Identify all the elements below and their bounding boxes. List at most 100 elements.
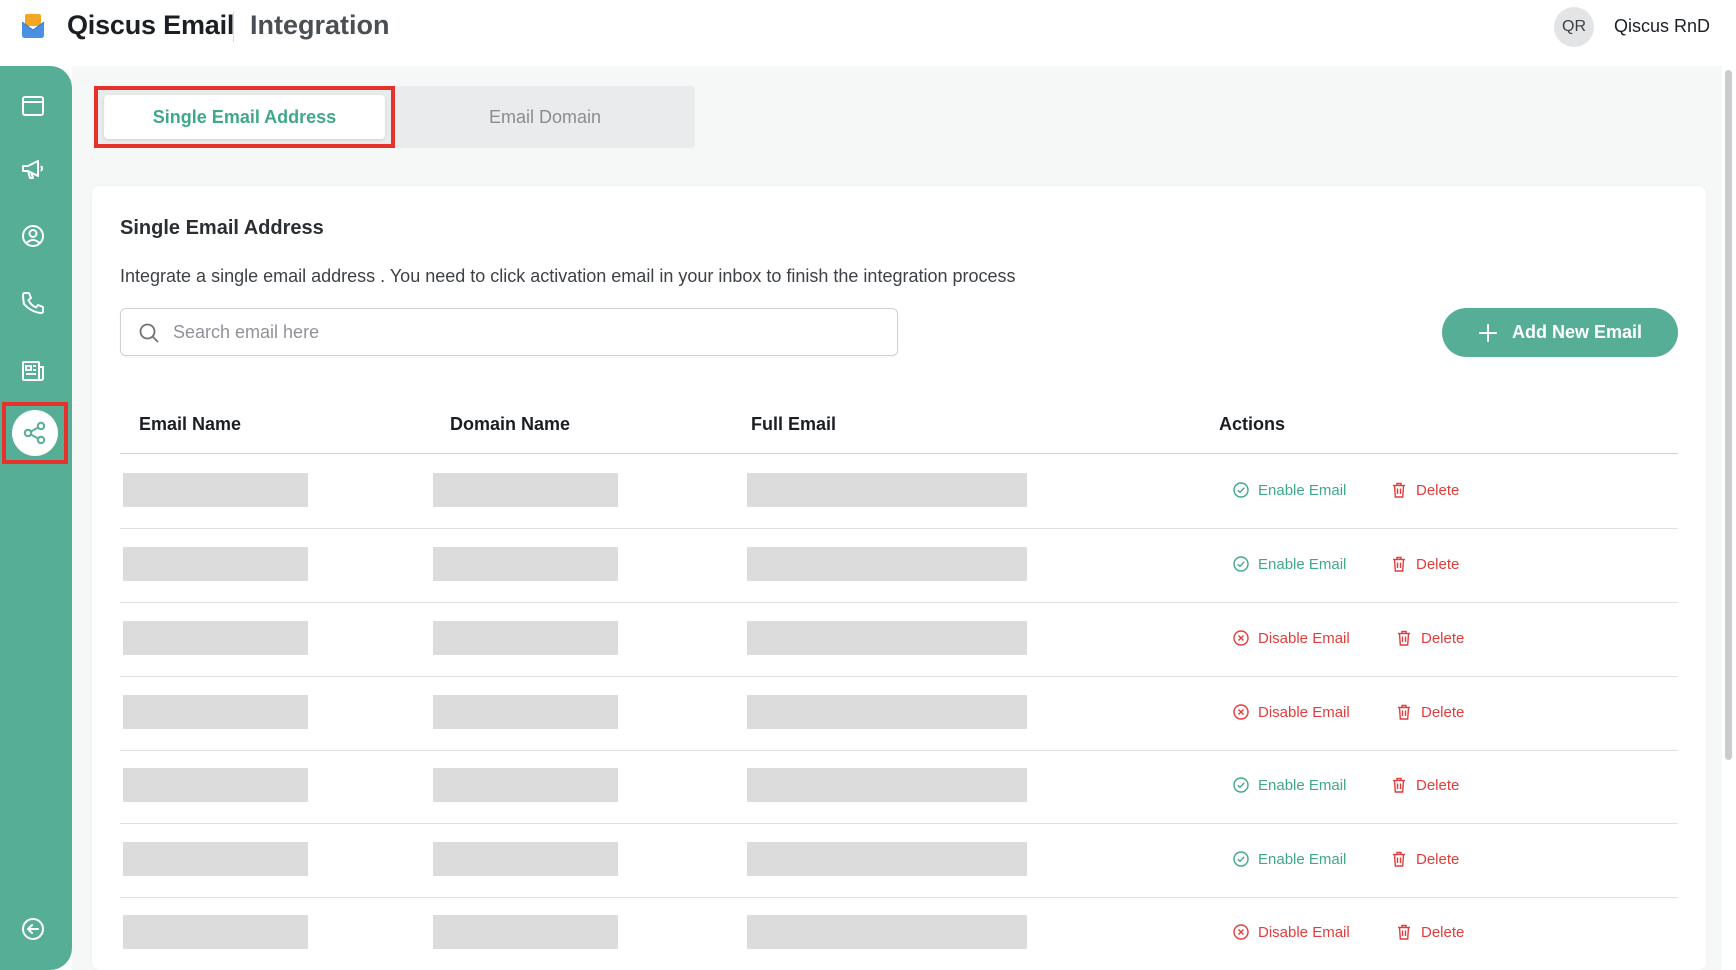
scrollbar-thumb[interactable] (1725, 70, 1732, 760)
delete-button[interactable]: Delete (1390, 776, 1459, 794)
full-email-placeholder (747, 621, 1027, 655)
email-name-placeholder (123, 695, 308, 729)
email-name-placeholder (123, 547, 308, 581)
search-box[interactable] (120, 308, 898, 356)
column-header-actions: Actions (1219, 414, 1286, 434)
full-email-placeholder (747, 842, 1027, 876)
delete-button[interactable]: Delete (1390, 850, 1459, 868)
app-name: Qiscus Email (67, 10, 235, 40)
megaphone-icon (22, 160, 43, 179)
sidebar-item-calls[interactable] (4, 274, 62, 332)
search-icon (139, 323, 159, 343)
trash-icon (1393, 482, 1405, 498)
delete-label: Delete (1421, 703, 1465, 721)
table-row: Enable Email Delete (120, 455, 1678, 529)
toggle-label: Enable Email (1258, 481, 1347, 499)
disable-email-button[interactable]: Disable Email (1232, 703, 1350, 721)
delete-button[interactable]: Delete (1395, 923, 1464, 941)
section-description: Integrate a single email address . You n… (120, 266, 1016, 286)
enable-email-button[interactable]: Enable Email (1232, 776, 1346, 794)
delete-button[interactable]: Delete (1390, 555, 1459, 573)
sidebar (0, 66, 72, 970)
domain-name-placeholder (433, 621, 618, 655)
integration-tabs: Single Email Address Email Domain (94, 86, 695, 148)
search-input[interactable] (173, 317, 873, 347)
avatar[interactable]: QR (1554, 7, 1594, 47)
table-row: Disable Email Delete (120, 603, 1678, 677)
check-circle-icon (1233, 851, 1249, 867)
email-name-placeholder (123, 842, 308, 876)
column-header-email-name: Email Name (139, 414, 242, 434)
delete-label: Delete (1421, 629, 1465, 647)
full-email-placeholder (747, 695, 1027, 729)
trash-icon (1398, 704, 1410, 720)
table-row: Enable Email Delete (120, 529, 1678, 603)
toggle-label: Enable Email (1258, 555, 1347, 573)
x-circle-icon (1233, 630, 1249, 646)
delete-button[interactable]: Delete (1390, 481, 1459, 499)
email-name-placeholder (123, 915, 308, 949)
enable-email-button[interactable]: Enable Email (1232, 555, 1346, 573)
user-name[interactable]: Qiscus RnD (1614, 16, 1710, 37)
share-icon (23, 421, 46, 445)
domain-name-placeholder (433, 547, 618, 581)
trash-icon (1393, 851, 1405, 867)
trash-icon (1393, 777, 1405, 793)
sidebar-collapse-button[interactable] (4, 900, 62, 958)
top-header: Qiscus Email Integration QR Qiscus RnD (0, 0, 1736, 60)
check-circle-icon (1233, 556, 1249, 572)
table-row: Disable Email Delete (120, 677, 1678, 751)
sidebar-item-inbox[interactable] (4, 77, 62, 135)
sidebar-item-broadcast[interactable] (4, 140, 62, 198)
section-title: Single Email Address (120, 217, 324, 239)
email-name-placeholder (123, 621, 308, 655)
toggle-label: Enable Email (1258, 776, 1347, 794)
delete-button[interactable]: Delete (1395, 629, 1464, 647)
delete-button[interactable]: Delete (1395, 703, 1464, 721)
tab-label: Single Email Address (104, 95, 385, 139)
disable-email-button[interactable]: Disable Email (1232, 923, 1350, 941)
delete-label: Delete (1421, 923, 1465, 941)
toggle-label: Disable Email (1258, 923, 1350, 941)
table-row: Disable Email Delete (120, 897, 1678, 970)
trash-icon (1398, 924, 1410, 940)
trash-icon (1393, 556, 1405, 572)
integration-active-indicator (12, 410, 58, 456)
domain-name-placeholder (433, 695, 618, 729)
avatar-initials: QR (1562, 18, 1586, 35)
arrow-left-circle-icon (22, 918, 44, 940)
toggle-label: Disable Email (1258, 629, 1350, 647)
delete-label: Delete (1416, 481, 1460, 499)
enable-email-button[interactable]: Enable Email (1232, 481, 1346, 499)
x-circle-icon (1233, 704, 1249, 720)
full-email-placeholder (747, 473, 1027, 507)
user-circle-icon (22, 225, 44, 247)
add-new-email-label: Add New Email (1511, 322, 1643, 342)
delete-label: Delete (1416, 776, 1460, 794)
check-circle-icon (1233, 482, 1249, 498)
domain-name-placeholder (433, 915, 618, 949)
sidebar-item-contacts[interactable] (4, 207, 62, 265)
trash-icon (1398, 630, 1410, 646)
window-icon (22, 96, 44, 116)
table-row: Enable Email Delete (120, 750, 1678, 824)
header-divider (233, 12, 234, 42)
column-header-domain-name: Domain Name (450, 414, 571, 434)
sidebar-item-reports[interactable] (4, 342, 62, 400)
add-new-email-button[interactable]: Add New Email (1442, 308, 1678, 357)
table-row: Enable Email Delete (120, 824, 1678, 898)
column-header-full-email: Full Email (751, 414, 837, 434)
enable-email-button[interactable]: Enable Email (1232, 850, 1346, 868)
toggle-label: Enable Email (1258, 850, 1347, 868)
delete-label: Delete (1416, 555, 1460, 573)
tab-single-email-address[interactable]: Single Email Address (94, 86, 395, 148)
page-title: Integration (250, 10, 390, 40)
x-circle-icon (1233, 924, 1249, 940)
sidebar-item-integration[interactable] (2, 402, 68, 464)
tab-email-domain[interactable]: Email Domain (395, 86, 695, 148)
toggle-label: Disable Email (1258, 703, 1350, 721)
email-name-placeholder (123, 768, 308, 802)
plus-icon (1478, 323, 1497, 342)
domain-name-placeholder (433, 768, 618, 802)
disable-email-button[interactable]: Disable Email (1232, 629, 1350, 647)
